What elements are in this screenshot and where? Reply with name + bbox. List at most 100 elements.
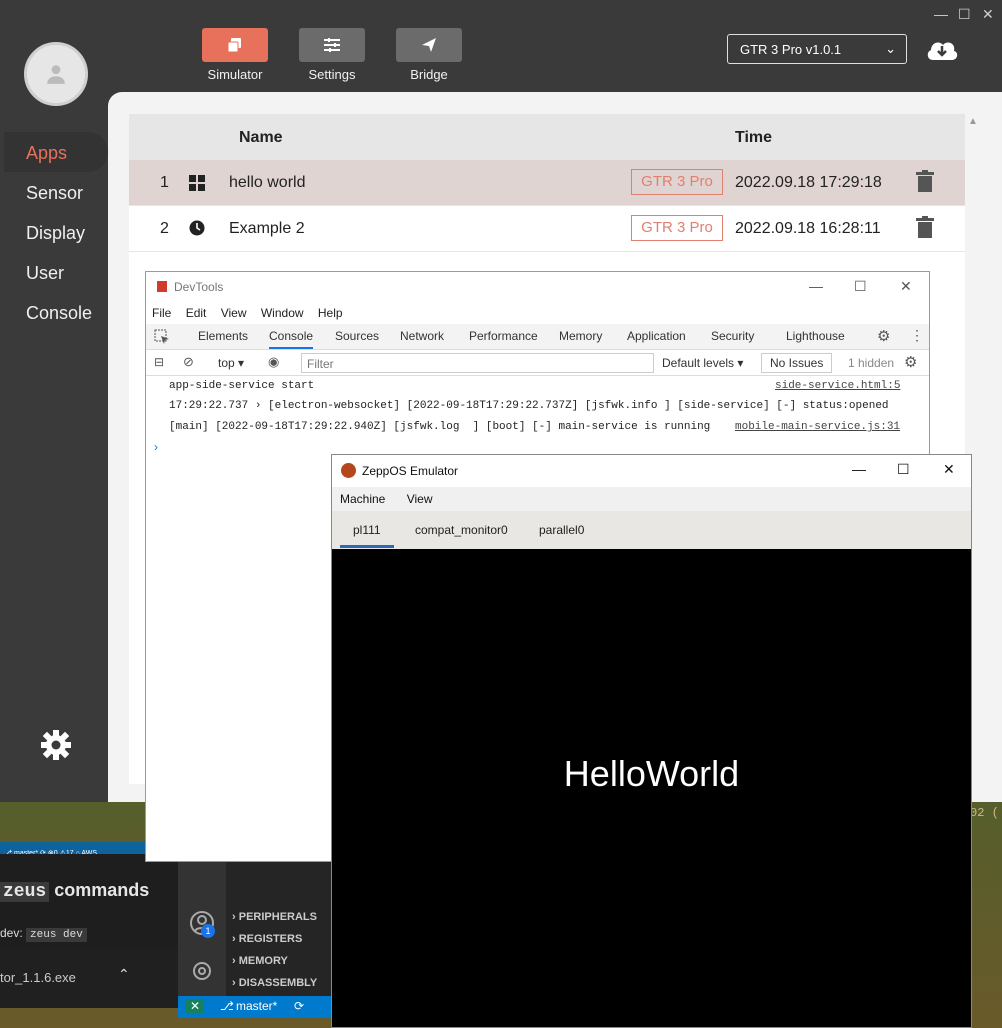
emulator-tabs: pl111 compat_monitor0 parallel0 (332, 511, 971, 549)
avatar[interactable] (24, 42, 88, 106)
maximize-button[interactable]: ☐ (897, 461, 910, 478)
tab-elements[interactable]: Elements (198, 329, 248, 343)
branch-name[interactable]: master* (236, 999, 277, 1013)
sidebar-item-apps[interactable]: Apps (26, 143, 67, 164)
maximize-button[interactable]: ☐ (958, 6, 971, 23)
bridge-button[interactable] (396, 28, 462, 62)
clock-icon (189, 220, 205, 236)
clear-console-icon[interactable]: ⊘ (183, 354, 194, 370)
menu-help[interactable]: Help (318, 306, 343, 320)
devtools-app-icon (157, 281, 167, 292)
section-label: PERIPHERALS (238, 911, 317, 923)
menu-view[interactable]: View (407, 492, 433, 506)
menu-view[interactable]: View (221, 306, 247, 320)
zeus-commands-heading: zeus commands (0, 880, 149, 902)
sync-icon[interactable]: ⟳ (294, 999, 304, 1013)
scroll-up-icon[interactable]: ▲ (968, 116, 978, 127)
log-source-link[interactable]: mobile-main-service.js:31 (735, 421, 900, 433)
device-select[interactable]: GTR 3 Pro v1.0.1 ⌄ (727, 34, 907, 64)
eye-icon[interactable]: ◉ (268, 354, 279, 370)
section-memory[interactable]: › MEMORY (232, 955, 288, 967)
context-select[interactable]: top ▾ (218, 356, 244, 370)
tab-parallel0[interactable]: parallel0 (539, 523, 584, 537)
emulator-title: ZeppOS Emulator (362, 464, 459, 478)
row-time: 2022.09.18 16:28:11 (735, 220, 881, 237)
log-source-link[interactable]: side-service.html:5 (775, 380, 900, 392)
console-prompt[interactable]: › (154, 440, 158, 454)
section-label: DISASSEMBLY (238, 977, 318, 989)
chevron-down-icon: ⌄ (885, 41, 896, 56)
levels-select[interactable]: Default levels ▾ (662, 356, 743, 370)
dev-code: zeus dev (26, 928, 87, 942)
section-registers[interactable]: › REGISTERS (232, 933, 302, 945)
close-button[interactable]: ✕ (982, 6, 994, 23)
section-label: MEMORY (238, 955, 288, 967)
minimize-button[interactable]: — (852, 461, 866, 477)
simulator-label: Simulator (207, 67, 263, 82)
emulator-screen[interactable]: HelloWorld (332, 549, 971, 1027)
tab-memory[interactable]: Memory (559, 329, 602, 343)
emulator-titlebar: ZeppOS Emulator — ☐ ✕ (332, 455, 971, 487)
tab-performance[interactable]: Performance (469, 329, 538, 343)
tab-security[interactable]: Security (711, 329, 754, 343)
section-disassembly[interactable]: › DISASSEMBLY (232, 977, 317, 989)
devtools-tabs: Elements Console Sources Network Perform… (146, 324, 929, 350)
vscode-status-bar: ✕ ⎇ master* ⟳ (178, 996, 332, 1018)
sidebar-item-console[interactable]: Console (26, 303, 92, 324)
simulator-icon (227, 38, 241, 53)
issues-button[interactable]: No Issues (761, 353, 833, 373)
cloud-download-icon[interactable] (925, 36, 959, 62)
trash-icon[interactable] (916, 170, 934, 192)
row-index: 1 (160, 174, 169, 191)
row-name: hello world (229, 174, 306, 191)
commands-word: commands (54, 880, 150, 900)
emulator-app-icon (341, 463, 356, 478)
vscode-activity-bar: 1 (178, 862, 226, 996)
remote-icon[interactable]: ✕ (186, 999, 205, 1013)
code-fragment: 02 ( (970, 806, 999, 820)
inspect-element-icon[interactable] (154, 329, 170, 345)
download-file-name[interactable]: tor_1.1.6.exe (0, 970, 76, 985)
grid-icon (189, 175, 205, 191)
menu-edit[interactable]: Edit (186, 306, 207, 320)
close-button[interactable]: ✕ (943, 461, 955, 478)
section-peripherals[interactable]: › PERIPHERALS (232, 911, 317, 923)
settings-icon[interactable]: ⚙ (877, 327, 890, 345)
more-icon[interactable]: ⋮ (910, 327, 924, 344)
console-toolbar: ⊟ ⊘ top ▾ ◉ Filter Default levels ▾ No I… (146, 350, 929, 376)
sidebar-item-sensor[interactable]: Sensor (26, 183, 83, 204)
tab-application[interactable]: Application (627, 329, 686, 343)
tab-console[interactable]: Console (269, 329, 314, 349)
sidebar-item-user[interactable]: User (26, 263, 64, 284)
sidebar-toggle-icon[interactable]: ⊟ (154, 355, 164, 369)
device-tag: GTR 3 Pro (631, 215, 723, 241)
device-select-value: GTR 3 Pro v1.0.1 (740, 42, 842, 57)
menu-machine[interactable]: Machine (340, 492, 385, 506)
console-log-line: 17:29:22.737 › [electron-websocket] [202… (169, 400, 889, 412)
menu-window[interactable]: Window (261, 306, 304, 320)
row-time: 2022.09.18 17:29:18 (735, 174, 882, 191)
menu-file[interactable]: File (152, 306, 171, 320)
dev-line: dev: zeus dev (0, 926, 87, 942)
simulator-button[interactable] (202, 28, 268, 62)
minimize-button[interactable]: — (934, 6, 948, 22)
console-settings-icon[interactable]: ⚙ (904, 353, 917, 371)
tab-pl111[interactable]: pl111 (353, 523, 381, 537)
tab-sources[interactable]: Sources (335, 329, 379, 343)
close-button[interactable]: ✕ (900, 278, 912, 295)
sidebar-item-display[interactable]: Display (26, 223, 85, 244)
row-index: 2 (160, 220, 169, 237)
settings-gear-icon[interactable] (189, 958, 215, 984)
devtools-title: DevTools (174, 280, 224, 294)
levels-value: Default levels (662, 356, 735, 370)
tab-network[interactable]: Network (400, 329, 444, 343)
maximize-button[interactable]: ☐ (854, 278, 867, 295)
trash-icon[interactable] (916, 216, 934, 238)
minimize-button[interactable]: — (809, 278, 823, 294)
filter-input[interactable]: Filter (301, 353, 654, 373)
settings-button[interactable] (299, 28, 365, 62)
tab-lighthouse[interactable]: Lighthouse (786, 329, 845, 343)
gear-icon[interactable] (40, 729, 72, 761)
chevron-up-icon[interactable]: ⌃ (118, 966, 130, 983)
tab-compat-monitor0[interactable]: compat_monitor0 (415, 523, 508, 537)
